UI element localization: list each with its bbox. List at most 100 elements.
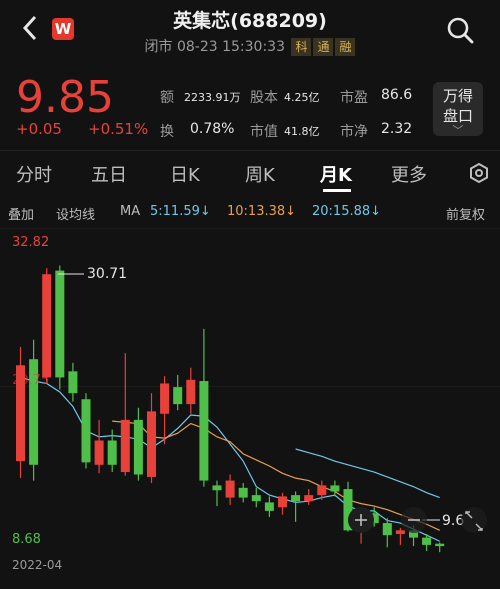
tab-more[interactable]: 更多	[391, 161, 427, 187]
overlay-button[interactable]: 叠加	[8, 204, 34, 223]
tab-intraday[interactable]: 分时	[16, 161, 52, 187]
candle	[55, 265, 65, 390]
stat-label-mktcap: 市值	[250, 124, 278, 140]
candle-body	[199, 381, 209, 481]
stat-label-pe: 市盈	[340, 90, 368, 106]
candle	[382, 518, 392, 548]
candle-body	[304, 495, 314, 502]
stat-label-shares: 股本	[250, 90, 278, 106]
wande-label-2: 盘口	[442, 107, 473, 125]
price-change-pct: +0.51%	[88, 120, 149, 138]
candle-body	[81, 399, 91, 463]
candle	[225, 474, 235, 505]
candle-body	[133, 419, 143, 475]
monthly-k-chart[interactable]: 32.82 20.75 8.68 30.71 9.6	[0, 228, 500, 553]
search-icon	[447, 17, 474, 44]
price-change: +0.05	[16, 120, 62, 138]
tab-monthly-k[interactable]: 月K	[320, 161, 352, 187]
last-price: 9.85	[16, 72, 114, 123]
tag-tong: 通	[313, 38, 334, 56]
candle	[251, 487, 261, 508]
x-start-label: 2022-04	[12, 558, 63, 572]
y-mid-label: 20.75	[12, 373, 49, 388]
candle	[173, 374, 183, 411]
candle-body	[264, 502, 274, 511]
y-min-label: 8.68	[12, 532, 41, 547]
chevron-down-icon: ﹀	[452, 124, 464, 137]
candle-body	[395, 530, 405, 534]
tag-rong: 融	[335, 38, 356, 56]
candle-body	[160, 383, 170, 414]
candle-body	[147, 411, 156, 477]
high-value: 30.71	[87, 266, 127, 282]
stat-label-amount: 额	[160, 90, 174, 106]
expand-button[interactable]	[461, 507, 487, 533]
ma20-value: 20:15.88↓	[312, 204, 382, 219]
zoom-in-button[interactable]	[348, 507, 374, 533]
last-annotation: 9.6	[422, 513, 464, 529]
ma-label: MA	[120, 204, 141, 219]
candle-body	[382, 523, 392, 536]
candle	[304, 489, 314, 505]
high-annotation: 30.71	[58, 266, 127, 282]
settings-button[interactable]	[468, 162, 490, 188]
candle	[42, 268, 52, 384]
page-title: 英集芯(688209)	[173, 10, 327, 32]
stat-value-pe: 86.6	[381, 87, 413, 103]
stat-value-shares: 4.25亿	[284, 91, 320, 104]
zoom-out-button[interactable]	[401, 507, 427, 533]
candle	[120, 353, 130, 476]
candle-body	[212, 485, 222, 491]
candle	[435, 542, 445, 553]
candle	[94, 419, 104, 474]
candle-body	[251, 495, 261, 502]
candle-body	[94, 440, 104, 465]
candle	[278, 492, 287, 515]
wande-label-1: 万得	[442, 87, 473, 105]
candle	[81, 393, 91, 469]
tab-daily-k[interactable]: 日K	[170, 161, 200, 187]
stat-value-turnover: 0.78%	[190, 121, 235, 137]
candle-body	[238, 487, 248, 498]
status-text: 闭市 08-23 15:30:33	[144, 39, 285, 55]
candle	[395, 527, 405, 545]
y-max-label: 32.82	[12, 235, 49, 250]
candle-body	[42, 274, 52, 378]
active-tab-indicator	[323, 189, 351, 192]
candle-body	[317, 485, 327, 496]
stat-value-mktcap: 41.8亿	[284, 125, 320, 138]
ma5-value: 5:11.59↓	[150, 204, 211, 219]
candle-body	[225, 480, 235, 498]
candle-body	[68, 371, 78, 394]
ma20-line	[295, 448, 440, 499]
set-ma-button[interactable]: 设均线	[56, 204, 95, 223]
candle	[199, 328, 209, 487]
market-status: 闭市 08-23 15:30:33 科通融	[0, 36, 500, 56]
adjust-mode-button[interactable]: 前复权	[446, 204, 485, 223]
candle	[160, 376, 170, 445]
search-button[interactable]	[446, 16, 474, 48]
candle	[16, 347, 25, 479]
wande-orderbook-button[interactable]: 万得 盘口 ﹀	[433, 82, 483, 136]
tab-weekly-k[interactable]: 周K	[245, 161, 275, 187]
stat-value-pb: 2.32	[381, 121, 413, 137]
candle-body	[173, 387, 183, 405]
candle	[264, 496, 274, 517]
ma10-line	[112, 420, 440, 531]
candle-body	[186, 379, 196, 405]
candle	[186, 367, 196, 414]
candle	[291, 491, 301, 522]
candle-body	[55, 270, 65, 378]
candle-body	[120, 419, 130, 473]
ma10-value: 10:13.38↓	[227, 204, 297, 219]
tab-five-day[interactable]: 五日	[91, 161, 127, 187]
candle-body	[107, 440, 117, 465]
candle	[212, 480, 222, 507]
candle-body	[422, 537, 432, 545]
candle-body	[435, 543, 445, 547]
candle	[147, 393, 156, 483]
candle-body	[330, 485, 340, 492]
candle	[29, 339, 39, 481]
gear-icon	[470, 162, 488, 184]
candle	[133, 407, 143, 481]
